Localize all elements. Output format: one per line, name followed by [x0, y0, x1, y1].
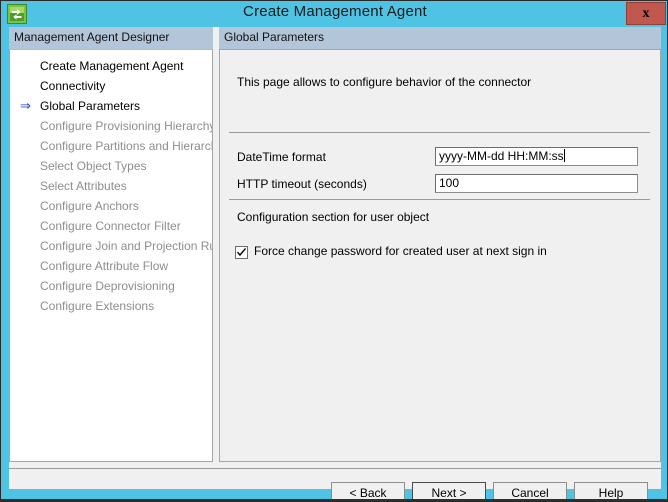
- intro-text: This page allows to configure behavior o…: [237, 75, 531, 89]
- close-button[interactable]: x: [626, 2, 666, 25]
- wizard-step-label: Configure Provisioning Hierarchy: [40, 119, 213, 133]
- window-title: Create Management Agent: [1, 3, 668, 20]
- datetime-format-label: DateTime format: [237, 150, 326, 164]
- wizard-step-label: Configure Connector Filter: [40, 219, 181, 233]
- wizard-step-5: Select Object Types: [10, 156, 212, 176]
- wizard-step-7: Configure Anchors: [10, 196, 212, 216]
- http-timeout-label: HTTP timeout (seconds): [237, 177, 367, 191]
- wizard-step-2[interactable]: ⇒ Global Parameters: [10, 96, 212, 116]
- wizard-step-label: Select Object Types: [40, 159, 147, 173]
- wizard-step-6: Select Attributes: [10, 176, 212, 196]
- wizard-step-3: Configure Provisioning Hierarchy: [10, 116, 212, 136]
- wizard-step-1[interactable]: Connectivity: [10, 76, 212, 96]
- force-change-password-label: Force change password for created user a…: [254, 244, 547, 258]
- wizard-step-label: Configure Deprovisioning: [40, 279, 175, 293]
- content-header-label: Global Parameters: [224, 30, 324, 44]
- separator-bottom: [229, 199, 650, 200]
- footer-separator: [9, 468, 661, 469]
- wizard-step-label: Configure Join and Projection Rules: [40, 239, 213, 253]
- http-timeout-input[interactable]: 100: [435, 174, 638, 193]
- wizard-step-label: Create Management Agent: [40, 59, 183, 73]
- wizard-step-label: Configure Attribute Flow: [40, 259, 168, 273]
- separator-top: [229, 132, 650, 133]
- datetime-format-input[interactable]: yyyy-MM-dd HH:MM:ss: [435, 147, 638, 166]
- wizard-step-label: Select Attributes: [40, 179, 127, 193]
- wizard-step-label: Global Parameters: [40, 99, 140, 113]
- window-bottom-edge: [1, 499, 668, 501]
- sidebar-header: Management Agent Designer: [9, 27, 213, 49]
- dialog-client-area: Management Agent Designer Create Managem…: [9, 27, 661, 489]
- wizard-step-11: Configure Deprovisioning: [10, 276, 212, 296]
- datetime-format-value: yyyy-MM-dd HH:MM:ss: [439, 149, 564, 163]
- http-timeout-value: 100: [439, 176, 459, 190]
- user-object-section-title: Configuration section for user object: [237, 210, 429, 224]
- content-panel: This page allows to configure behavior o…: [219, 49, 661, 462]
- wizard-step-12: Configure Extensions: [10, 296, 212, 316]
- wizard-step-10: Configure Attribute Flow: [10, 256, 212, 276]
- wizard-step-label: Configure Partitions and Hierarchies: [40, 139, 213, 153]
- wizard-step-4: Configure Partitions and Hierarchies: [10, 136, 212, 156]
- current-step-arrow-icon: ⇒: [20, 96, 36, 116]
- text-caret: [564, 149, 565, 162]
- wizard-step-label: Configure Anchors: [40, 199, 139, 213]
- wizard-step-0[interactable]: Create Management Agent: [10, 56, 212, 76]
- wizard-step-8: Configure Connector Filter: [10, 216, 212, 236]
- wizard-step-9: Configure Join and Projection Rules: [10, 236, 212, 256]
- dialog-window: Create Management Agent x Management Age…: [0, 0, 668, 502]
- title-bar: Create Management Agent x: [1, 1, 668, 27]
- force-change-password-checkbox[interactable]: [235, 246, 248, 259]
- wizard-step-label: Connectivity: [40, 79, 105, 93]
- content-header: Global Parameters: [219, 27, 661, 49]
- wizard-step-label: Configure Extensions: [40, 299, 154, 313]
- sidebar-header-label: Management Agent Designer: [14, 30, 169, 44]
- wizard-step-list: Create Management Agent Connectivity ⇒ Glob…: [10, 56, 212, 316]
- sidebar-panel: Create Management Agent Connectivity ⇒ Glob…: [9, 49, 213, 462]
